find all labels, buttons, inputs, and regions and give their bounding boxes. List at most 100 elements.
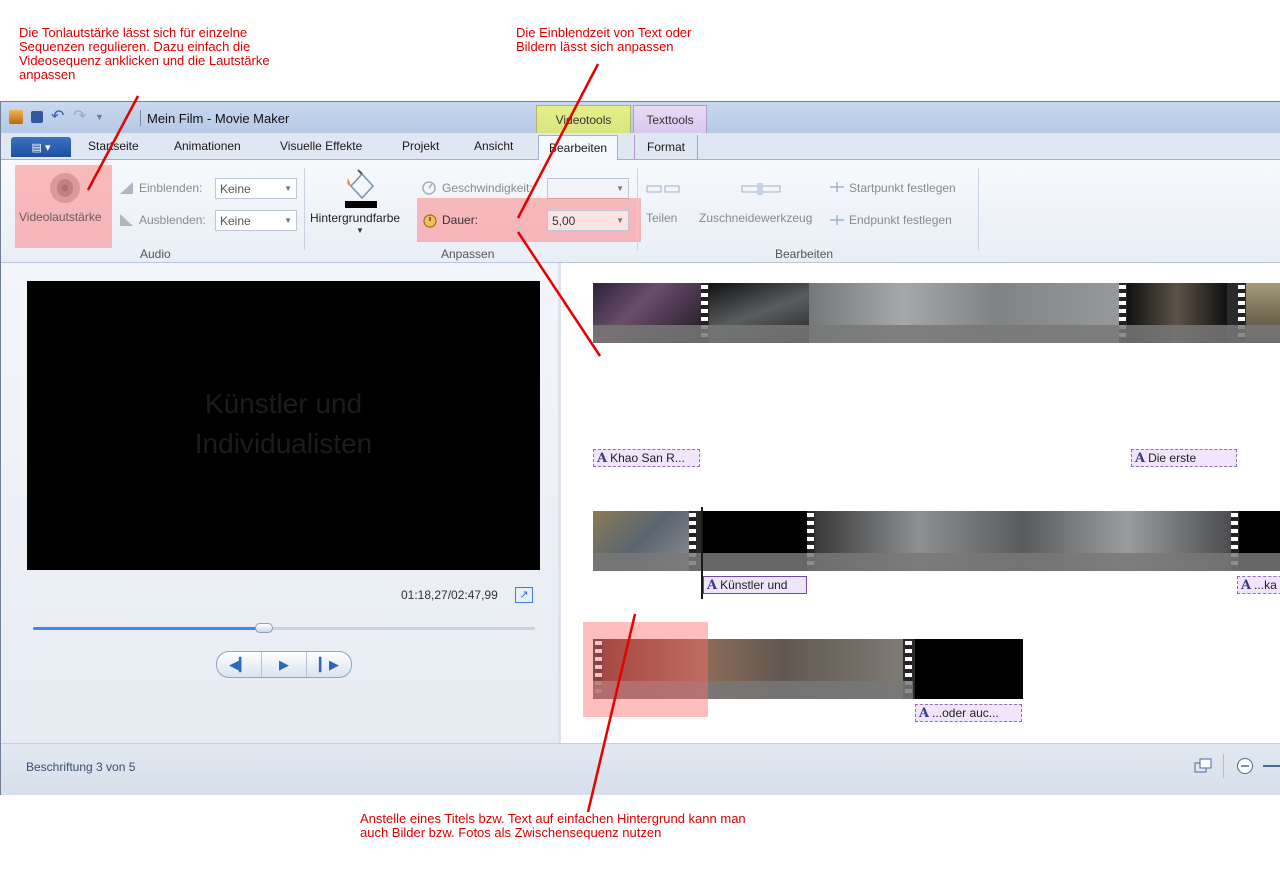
- next-frame-icon[interactable]: ▎▶: [307, 652, 351, 677]
- fade-in-value: Keine: [220, 181, 251, 196]
- clip-strip[interactable]: [593, 511, 1280, 571]
- set-start-point-button[interactable]: Startpunkt festlegen: [849, 181, 956, 195]
- clip-thumbnail: [915, 639, 1023, 699]
- split-icon[interactable]: [646, 182, 682, 196]
- chevron-down-icon: ▼: [616, 184, 624, 193]
- chevron-down-icon: ▼: [616, 216, 624, 225]
- audio-waveform: [593, 553, 1280, 571]
- quick-access-toolbar: ↶ ↷ ▼: [9, 109, 109, 125]
- save-icon[interactable]: [31, 111, 43, 123]
- status-separator: [1223, 754, 1224, 778]
- tab-bearbeiten[interactable]: Bearbeiten: [538, 135, 619, 160]
- stopwatch-icon: [423, 214, 437, 228]
- start-point-icon: [830, 182, 844, 192]
- text-caption[interactable]: A ...oder auc...: [915, 704, 1022, 722]
- seek-bar[interactable]: [33, 623, 535, 633]
- application-menu-button[interactable]: ▤ ▾: [11, 137, 71, 157]
- speed-label: Geschwindigkeit:: [442, 181, 533, 195]
- caption-text: Die erste: [1148, 451, 1197, 465]
- fullscreen-icon[interactable]: ↗: [515, 587, 533, 603]
- text-caption-icon: A: [919, 705, 930, 721]
- status-text: Beschriftung 3 von 5: [26, 760, 136, 774]
- seek-progress: [33, 627, 264, 630]
- zoom-out-icon[interactable]: [1236, 757, 1254, 775]
- trim-tool-button[interactable]: Zuschneidewerkzeug: [699, 211, 812, 225]
- volume-button[interactable]: Videolautstärke: [19, 210, 102, 224]
- title-separator: [140, 110, 141, 126]
- texttools-context-tab: Texttools: [633, 105, 707, 134]
- duration-label: Dauer:: [442, 213, 479, 227]
- speaker-icon[interactable]: [45, 170, 85, 206]
- text-caption[interactable]: A ...ka: [1237, 576, 1280, 594]
- end-point-icon: [830, 215, 844, 225]
- tab-ansicht[interactable]: Ansicht: [474, 139, 513, 153]
- chevron-down-icon: ▼: [284, 184, 292, 193]
- preview-pane: Künstler und Individualisten 01:18,27/02…: [1, 263, 558, 743]
- storyboard: A Khao San R... A Die erste A Künstler und …: [561, 263, 1280, 743]
- storyboard-view-icon[interactable]: [1194, 757, 1212, 775]
- set-end-point-button[interactable]: Endpunkt festlegen: [849, 213, 952, 227]
- status-bar: Beschriftung 3 von 5: [1, 743, 1280, 795]
- audio-group-label: Audio: [140, 247, 171, 261]
- chevron-down-icon: ▼: [284, 216, 292, 225]
- image-annotation: Anstelle eines Titels bzw. Text auf einf…: [360, 811, 746, 840]
- fade-out-select[interactable]: Keine ▼: [215, 210, 297, 231]
- fade-out-label: Ausblenden:: [139, 213, 206, 227]
- fade-out-icon: [120, 214, 133, 226]
- play-icon[interactable]: ▶: [262, 652, 307, 677]
- text-caption-icon: A: [597, 450, 608, 466]
- split-button[interactable]: Teilen: [646, 211, 677, 225]
- ribbon-panel: Videolautstärke Einblenden: Keine ▼ Ausbl…: [1, 160, 1280, 263]
- chevron-down-icon[interactable]: ▼: [356, 226, 364, 235]
- edit-group-label: Bearbeiten: [775, 247, 834, 261]
- tab-format[interactable]: Format: [634, 135, 699, 159]
- videotools-context-tab: Videotools: [536, 105, 631, 134]
- background-color-button[interactable]: Hintergrundfarbe: [310, 211, 400, 225]
- tab-animationen[interactable]: Animationen: [174, 139, 241, 153]
- fade-in-select[interactable]: Keine ▼: [215, 178, 297, 199]
- group-separator: [304, 168, 305, 250]
- caption-text: ...oder auc...: [932, 706, 999, 720]
- title-bar: ↶ ↷ ▼ Mein Film - Movie Maker Videotools…: [1, 102, 1280, 134]
- text-caption-icon: A: [1135, 450, 1146, 466]
- image-clip-highlight: [583, 622, 708, 717]
- ribbon-tabs: ▤ ▾ Startseite Animationen Visuelle Effe…: [1, 133, 1280, 160]
- text-caption-selected[interactable]: A Künstler und: [703, 576, 807, 594]
- caption-text: ...ka: [1254, 578, 1277, 592]
- redo-icon[interactable]: ↷: [73, 109, 87, 125]
- caption-text: Khao San R...: [610, 451, 685, 465]
- timecode: 01:18,27/02:47,99: [401, 588, 498, 602]
- duration-value[interactable]: 5,00: [552, 214, 575, 228]
- adjust-group-label: Anpassen: [441, 247, 495, 261]
- fade-out-value: Keine: [220, 213, 251, 228]
- group-separator: [637, 168, 638, 250]
- clip-strip[interactable]: [593, 283, 1280, 343]
- duration-select[interactable]: 5,00 ▼: [547, 210, 629, 231]
- paint-bucket-icon[interactable]: [343, 168, 379, 208]
- movie-maker-window: ↶ ↷ ▼ Mein Film - Movie Maker Videotools…: [0, 101, 1280, 795]
- seek-thumb[interactable]: [254, 623, 273, 633]
- tab-startseite[interactable]: Startseite: [88, 139, 139, 153]
- playback-controls: ◀▎ ▶ ▎▶: [216, 651, 352, 678]
- duration-annotation: Die Einblendzeit von Text oder Bildern l…: [516, 25, 692, 54]
- tab-projekt[interactable]: Projekt: [402, 139, 439, 153]
- undo-icon[interactable]: ↶: [51, 109, 65, 125]
- preview-overlay-text: Künstler und Individualisten: [194, 388, 373, 459]
- text-caption-icon: A: [707, 577, 718, 593]
- qat-dropdown-icon[interactable]: ▼: [95, 110, 109, 124]
- film-icon: [9, 110, 23, 124]
- fade-in-icon: [120, 182, 133, 194]
- tab-visuelle-effekte[interactable]: Visuelle Effekte: [280, 139, 362, 153]
- trim-tool-icon[interactable]: [741, 182, 781, 196]
- previous-frame-icon[interactable]: ◀▎: [217, 652, 262, 677]
- audio-waveform: [593, 325, 1280, 343]
- speed-select[interactable]: ▼: [547, 178, 629, 199]
- text-caption[interactable]: A Khao San R...: [593, 449, 700, 467]
- speed-icon: [422, 181, 436, 195]
- group-separator: [978, 168, 979, 250]
- zoom-slider[interactable]: [1263, 765, 1280, 767]
- fade-in-label: Einblenden:: [139, 181, 203, 195]
- text-caption[interactable]: A Die erste: [1131, 449, 1237, 467]
- video-preview[interactable]: Künstler und Individualisten: [27, 281, 540, 570]
- audio-annotation: Die Tonlautstärke lässt sich für einzeln…: [19, 25, 270, 82]
